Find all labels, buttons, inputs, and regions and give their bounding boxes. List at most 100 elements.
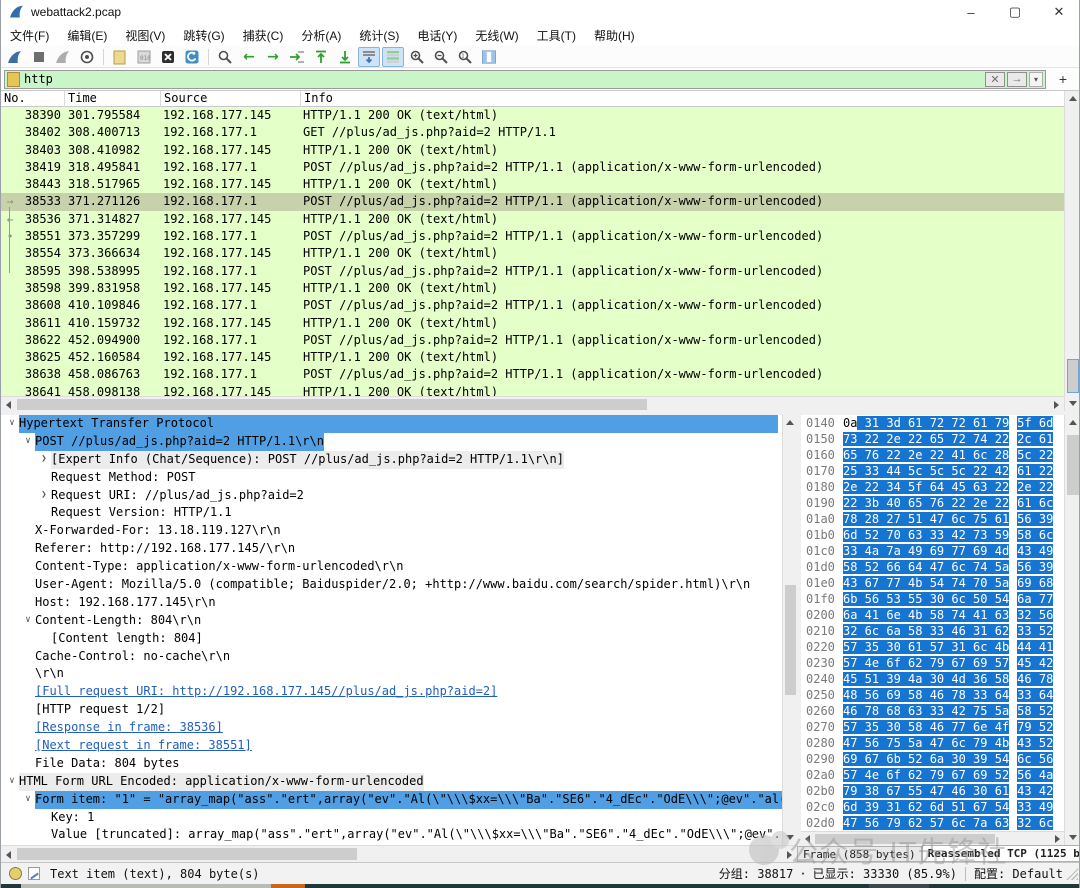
packet-row-38595[interactable]: 38595398.538995192.168.177.1POST //plus/… (1, 263, 1064, 280)
detail-row-8[interactable]: Content-Type: application/x-www-form-url… (1, 558, 782, 576)
packet-row-38533[interactable]: →38533371.271126192.168.177.1POST //plus… (1, 193, 1064, 210)
resize-columns-icon[interactable] (478, 47, 500, 67)
detail-row-9[interactable]: User-Agent: Mozilla/5.0 (compatible; Bai… (1, 576, 782, 594)
detail-row-5[interactable]: Request Version: HTTP/1.1 (1, 504, 782, 522)
detail-row-15[interactable]: [Full request URI: http://192.168.177.14… (1, 683, 782, 701)
detail-row-22[interactable]: Key: 1 (1, 809, 782, 827)
expand-chevron-icon[interactable]: ∨ (5, 415, 19, 433)
column-no[interactable]: No. (1, 91, 65, 107)
detail-row-3[interactable]: Request Method: POST (1, 469, 782, 487)
go-forward-icon[interactable]: → (262, 47, 284, 67)
resize-grip[interactable] (1066, 868, 1078, 880)
detail-row-12[interactable]: [Content length: 804] (1, 630, 782, 648)
hex-row-0260[interactable]: 026046 78 68 63 33 42 75 5a58 52 (801, 703, 1064, 719)
hex-row-01a0[interactable]: 01a078 28 27 51 47 6c 75 6156 39 (801, 511, 1064, 527)
detail-row-14[interactable]: \r\n (1, 665, 782, 683)
menu-item-0[interactable]: 文件(F) (1, 24, 58, 47)
filter-apply-icon[interactable]: → (1007, 72, 1027, 87)
hex-row-01b0[interactable]: 01b06d 52 70 63 33 42 73 5958 6c (801, 527, 1064, 543)
packet-row-38608[interactable]: 38608410.109846192.168.177.1POST //plus/… (1, 297, 1064, 314)
hex-vscrollbar[interactable] (1064, 415, 1080, 845)
menu-item-2[interactable]: 视图(V) (116, 24, 174, 47)
packet-list-vscrollbar[interactable] (1064, 91, 1080, 411)
hex-row-01d0[interactable]: 01d058 52 66 64 47 6c 74 5a56 39 (801, 559, 1064, 575)
detail-row-18[interactable]: [Next request in frame: 38551] (1, 737, 782, 755)
packet-row-38554[interactable]: 38554373.366634192.168.177.145HTTP/1.1 2… (1, 245, 1064, 262)
hex-dump-pane[interactable]: 01400a 31 3d 61 72 72 61 795f 6d015073 2… (801, 415, 1064, 831)
packet-list[interactable]: 38390301.795584192.168.177.145HTTP/1.1 2… (1, 107, 1064, 396)
start-capture-icon[interactable] (4, 47, 26, 67)
capture-options-icon[interactable] (76, 47, 98, 67)
display-filter-input[interactable]: http ✕ → ▾ (4, 70, 1046, 89)
packet-row-38638[interactable]: 38638458.086763192.168.177.1POST //plus/… (1, 366, 1064, 383)
menu-item-6[interactable]: 统计(S) (350, 24, 408, 47)
packet-row-38625[interactable]: 38625452.160584192.168.177.145HTTP/1.1 2… (1, 349, 1064, 366)
hex-row-0290[interactable]: 029069 67 6b 52 6a 30 39 546c 56 (801, 751, 1064, 767)
hex-row-02a0[interactable]: 02a057 4e 6f 62 79 67 69 5256 4a (801, 767, 1064, 783)
menu-item-7[interactable]: 电话(Y) (408, 24, 466, 47)
expert-info-icon[interactable] (9, 867, 22, 880)
close-file-icon[interactable] (157, 47, 179, 67)
expand-chevron-icon[interactable]: ❯ (37, 451, 51, 469)
column-time[interactable]: Time (65, 91, 161, 107)
zoom-in-icon[interactable] (406, 47, 428, 67)
hex-row-02d0[interactable]: 02d047 56 79 62 57 6c 7a 6332 6c (801, 815, 1064, 831)
detail-row-17[interactable]: [Response in frame: 38536] (1, 719, 782, 737)
expand-chevron-icon[interactable]: ∨ (21, 612, 35, 630)
hex-row-01c0[interactable]: 01c033 4a 7a 49 69 77 69 4d43 49 (801, 543, 1064, 559)
packet-row-38641[interactable]: 38641458.098138192.168.177.145HTTP/1.1 2… (1, 384, 1064, 396)
expand-chevron-icon[interactable]: ❯ (37, 487, 51, 505)
detail-row-13[interactable]: Cache-Control: no-cache\r\n (1, 648, 782, 666)
hex-row-01e0[interactable]: 01e043 67 77 4b 54 74 70 5a69 68 (801, 575, 1064, 591)
hex-row-0280[interactable]: 028047 56 75 5a 47 6c 79 4b43 52 (801, 735, 1064, 751)
auto-scroll-icon[interactable] (358, 47, 380, 67)
detail-row-4[interactable]: ❯Request URI: //plus/ad_js.php?aid=2 (1, 487, 782, 505)
details-vscrollbar[interactable] (782, 415, 797, 845)
hex-row-0150[interactable]: 015073 22 2e 22 65 72 74 222c 61 (801, 431, 1064, 447)
packet-row-38611[interactable]: 38611410.159732192.168.177.145HTTP/1.1 2… (1, 315, 1064, 332)
packet-row-38536[interactable]: ←38536371.314827192.168.177.145HTTP/1.1 … (1, 211, 1064, 228)
hex-tab-0[interactable]: Frame (858 bytes) (797, 846, 922, 862)
menu-item-5[interactable]: 分析(A) (292, 24, 350, 47)
hex-row-0210[interactable]: 021032 6c 6a 58 33 46 31 6233 52 (801, 623, 1064, 639)
packet-row-38419[interactable]: 38419318.495841192.168.177.1POST //plus/… (1, 159, 1064, 176)
packet-details-pane[interactable]: ∨Hypertext Transfer Protocol∨POST //plus… (1, 415, 782, 845)
detail-row-1[interactable]: ∨POST //plus/ad_js.php?aid=2 HTTP/1.1\r\… (1, 433, 782, 451)
expand-chevron-icon[interactable]: ∨ (21, 433, 35, 451)
filter-bookmark-icon[interactable] (7, 72, 20, 87)
detail-row-20[interactable]: ∨HTML Form URL Encoded: application/x-ww… (1, 773, 782, 791)
hex-row-0270[interactable]: 027057 35 30 58 46 77 6e 4f79 52 (801, 719, 1064, 735)
zoom-reset-icon[interactable]: 1 (454, 47, 476, 67)
detail-row-23[interactable]: Value [truncated]: array_map("ass"."ert"… (1, 826, 782, 844)
packet-row-38390[interactable]: 38390301.795584192.168.177.145HTTP/1.1 2… (1, 107, 1064, 124)
column-info[interactable]: Info (301, 91, 1064, 107)
minimize-button[interactable]: – (949, 0, 993, 24)
hex-row-0250[interactable]: 025048 56 69 58 46 78 33 6433 64 (801, 687, 1064, 703)
capture-comment-icon[interactable] (28, 867, 40, 880)
hex-row-0230[interactable]: 023057 4e 6f 62 79 67 69 5745 42 (801, 655, 1064, 671)
packet-row-38403[interactable]: 38403308.410982192.168.177.145HTTP/1.1 2… (1, 142, 1064, 159)
detail-row-21[interactable]: ∨Form item: "1" = "array_map("ass"."ert"… (1, 791, 782, 809)
menu-item-3[interactable]: 跳转(G) (174, 24, 233, 47)
zoom-out-icon[interactable] (430, 47, 452, 67)
go-first-icon[interactable] (310, 47, 332, 67)
status-profile[interactable]: 配置: Default (974, 865, 1063, 882)
hex-row-0240[interactable]: 024045 51 39 4a 30 4d 36 5846 78 (801, 671, 1064, 687)
hex-hscrollbar[interactable] (801, 831, 1064, 845)
packet-row-38402[interactable]: 38402308.400713192.168.177.1GET //plus/a… (1, 124, 1064, 141)
detail-row-0[interactable]: ∨Hypertext Transfer Protocol (1, 415, 782, 433)
detail-row-7[interactable]: Referer: http://192.168.177.145/\r\n (1, 540, 782, 558)
hex-row-0180[interactable]: 01802e 22 34 5f 64 45 63 222e 22 (801, 479, 1064, 495)
find-packet-icon[interactable] (214, 47, 236, 67)
go-to-packet-icon[interactable] (286, 47, 308, 67)
hex-row-02c0[interactable]: 02c06d 39 31 62 6d 51 67 5433 49 (801, 799, 1064, 815)
open-file-icon[interactable] (109, 47, 131, 67)
go-back-icon[interactable]: ← (238, 47, 260, 67)
filter-add-button[interactable]: + (1052, 70, 1074, 88)
packet-row-38598[interactable]: 38598399.831958192.168.177.145HTTP/1.1 2… (1, 280, 1064, 297)
colorize-icon[interactable] (382, 47, 404, 67)
close-button[interactable]: ✕ (1037, 0, 1080, 24)
column-source[interactable]: Source (161, 91, 301, 107)
menu-item-1[interactable]: 编辑(E) (58, 24, 116, 47)
detail-row-19[interactable]: File Data: 804 bytes (1, 755, 782, 773)
